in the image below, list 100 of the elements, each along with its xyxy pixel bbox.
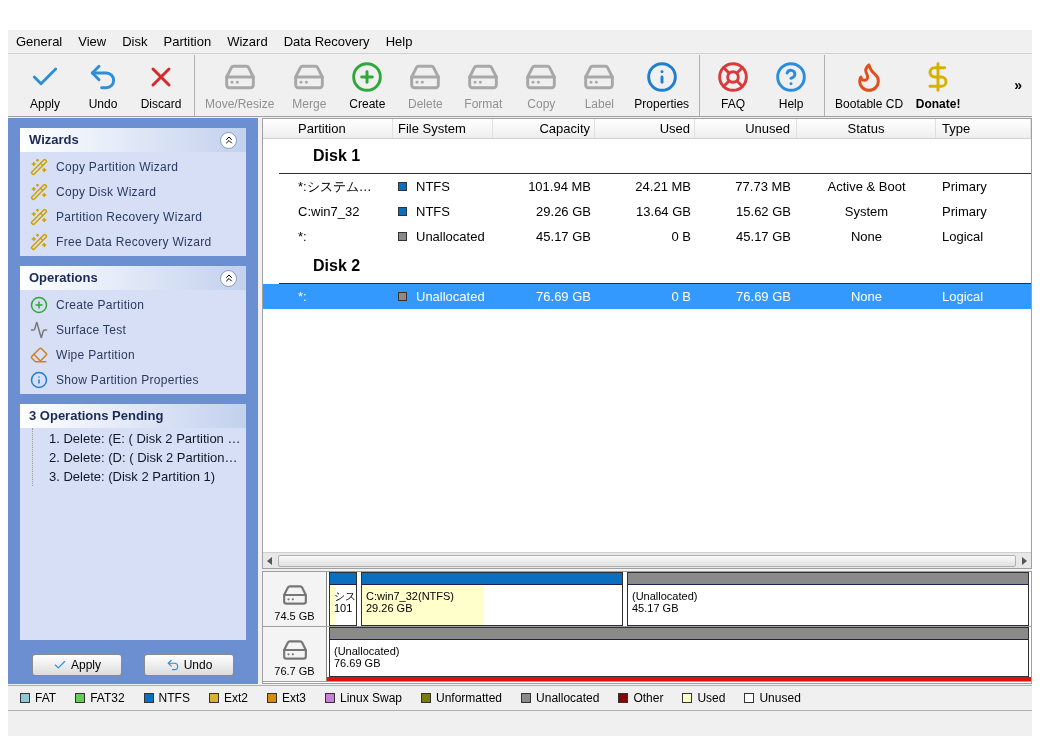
wand-icon (30, 232, 48, 251)
table-cell-text: 24.21 MB (634, 177, 692, 196)
partition-size: 101 (334, 602, 354, 614)
task-link[interactable]: Free Data Recovery Wizard (56, 232, 212, 251)
menu-item[interactable]: Data Recovery (283, 31, 370, 52)
table-cell-text: 29.26 GB (535, 202, 592, 221)
partition-row[interactable]: C:win7_32 NTFS 29.26 GB 13.64 GB 15.62 GB System Primary (263, 199, 1031, 224)
legend-label: Unformatted (436, 690, 503, 707)
legend-label: NTFS (158, 690, 190, 707)
column-header[interactable]: Capacity (493, 118, 595, 139)
table-cell: Unallocated (393, 286, 493, 307)
table-cell: Unallocated (393, 226, 493, 247)
partition-row[interactable]: *: Unallocated 45.17 GB 0 B 45.17 GB None Logical (263, 224, 1031, 249)
toolbar-button[interactable]: FAQ (704, 58, 763, 113)
table-cell-text: *: (297, 287, 308, 306)
menu-item[interactable]: Help (385, 31, 413, 52)
task-link[interactable]: Copy Disk Wizard (56, 182, 157, 201)
table-cell-text: System (843, 202, 890, 221)
partition-size: 29.26 GB (366, 602, 414, 614)
table-cell-text: None (849, 287, 884, 306)
table-cell-text: 15.62 GB (735, 202, 792, 221)
partition-label: (Unallocated) (334, 645, 401, 657)
menu-item[interactable]: Wizard (227, 31, 268, 52)
table-cell-text: 76.69 GB (535, 287, 592, 306)
wipe-icon (30, 345, 48, 364)
create-partition-icon (30, 295, 48, 314)
table-cell-text: Logical (941, 287, 985, 306)
legend-label: FAT (35, 690, 57, 707)
column-header[interactable]: Used (595, 118, 695, 139)
task-link[interactable]: Create Partition (56, 295, 145, 314)
partition-size: 45.17 GB (632, 602, 680, 614)
menu-item[interactable]: Disk (122, 31, 148, 52)
task-link[interactable]: Surface Test (56, 320, 127, 339)
panel-title: 3 Operations Pending (29, 407, 164, 426)
toolbar-button[interactable]: Help (762, 58, 821, 113)
task-link[interactable]: Copy Partition Wizard (56, 157, 179, 176)
horizontal-scrollbar[interactable] (263, 552, 1031, 568)
table-cell-text: Logical (941, 227, 985, 246)
sidebar-button[interactable]: Undo (144, 654, 234, 676)
disk-size: 76.7 GB (274, 663, 315, 679)
wand-icon (30, 182, 48, 201)
task-link[interactable]: Show Partition Properties (56, 370, 199, 389)
toolbar-button[interactable]: Properties (628, 58, 696, 113)
toolbar-button[interactable]: Undo (74, 58, 132, 113)
toolbar-button[interactable]: Donate! (909, 58, 968, 113)
table-cell-text: 13.64 GB (635, 202, 692, 221)
toolbar-overflow-button[interactable]: » (1014, 75, 1024, 96)
sidebar-button[interactable]: Apply (32, 654, 122, 676)
table-cell-text: 77.73 MB (734, 177, 792, 196)
toolbar-button[interactable]: Apply (16, 58, 74, 113)
panel-title: Operations (29, 269, 98, 288)
properties-icon (30, 370, 48, 389)
disk-bar[interactable]: シス 101 C:win7_32(NTFS) 29.26 GB (Unallocated) 45.17 GB (327, 572, 1031, 626)
partition-row[interactable]: *:システム… NTFS 101.94 MB 24.21 MB 77.73 MB Active & Boot Primary (263, 174, 1031, 199)
table-cell-text: 45.17 GB (735, 227, 792, 246)
menu-item[interactable]: View (78, 31, 107, 52)
menu-item[interactable]: General (16, 31, 63, 52)
help-icon (775, 60, 808, 93)
lifebuoy-icon (717, 60, 750, 93)
table-cell-text: 0 B (670, 227, 692, 246)
table-cell-text: 45.17 GB (535, 227, 592, 246)
disk-size: 74.5 GB (274, 608, 315, 624)
toolbar-button[interactable]: Create (338, 58, 397, 113)
partition-block[interactable]: C:win7_32(NTFS) 29.26 GB (361, 572, 623, 626)
legend-label: Other (633, 690, 664, 707)
surface-test-icon (30, 320, 48, 339)
table-cell-text: 0 B (670, 287, 692, 306)
legend-label: Unused (759, 690, 801, 707)
wand-icon (30, 157, 48, 176)
task-link[interactable]: Partition Recovery Wizard (56, 207, 203, 226)
toolbar-button[interactable]: Discard (132, 58, 190, 113)
partition-label: シス (334, 590, 356, 602)
column-header[interactable]: File System (393, 118, 493, 139)
table-cell-text: None (849, 227, 884, 246)
table-cell-text: 101.94 MB (527, 177, 592, 196)
wand-icon (30, 207, 48, 226)
table-cell-text: Primary (941, 202, 988, 221)
disk-heading: Disk 1 (313, 146, 361, 166)
column-header[interactable]: Unused (695, 118, 797, 139)
scroll-right-icon[interactable] (1022, 556, 1027, 565)
collapse-button[interactable] (220, 131, 237, 149)
partition-block[interactable]: (Unallocated) 45.17 GB (627, 572, 1029, 626)
collapse-button[interactable] (220, 269, 237, 287)
table-cell-text: C:win7_32 (297, 202, 361, 221)
pending-operation[interactable]: 2. Delete: (D: ( Disk 2 Partition… (47, 448, 246, 467)
legend-label: Linux Swap (339, 690, 402, 707)
pending-operation[interactable]: 1. Delete: (E: ( Disk 2 Partition … (47, 429, 246, 448)
task-link[interactable]: Wipe Partition (56, 345, 135, 364)
partition-block[interactable]: シス 101 (329, 572, 357, 626)
legend-label: Ext3 (281, 690, 306, 707)
table-cell-text: *: (297, 227, 308, 246)
legend-label: Ext2 (223, 690, 248, 707)
scroll-left-icon[interactable] (267, 556, 272, 565)
menu-item[interactable]: Partition (163, 31, 212, 52)
column-header[interactable]: Partition (263, 118, 393, 139)
pending-operation[interactable]: 3. Delete: (Disk 2 Partition 1) (47, 467, 246, 486)
column-header[interactable]: Status (797, 118, 936, 139)
column-header[interactable]: Type (936, 118, 1031, 139)
table-cell: NTFS (393, 201, 493, 222)
toolbar-button[interactable]: Bootable CD (829, 58, 910, 113)
